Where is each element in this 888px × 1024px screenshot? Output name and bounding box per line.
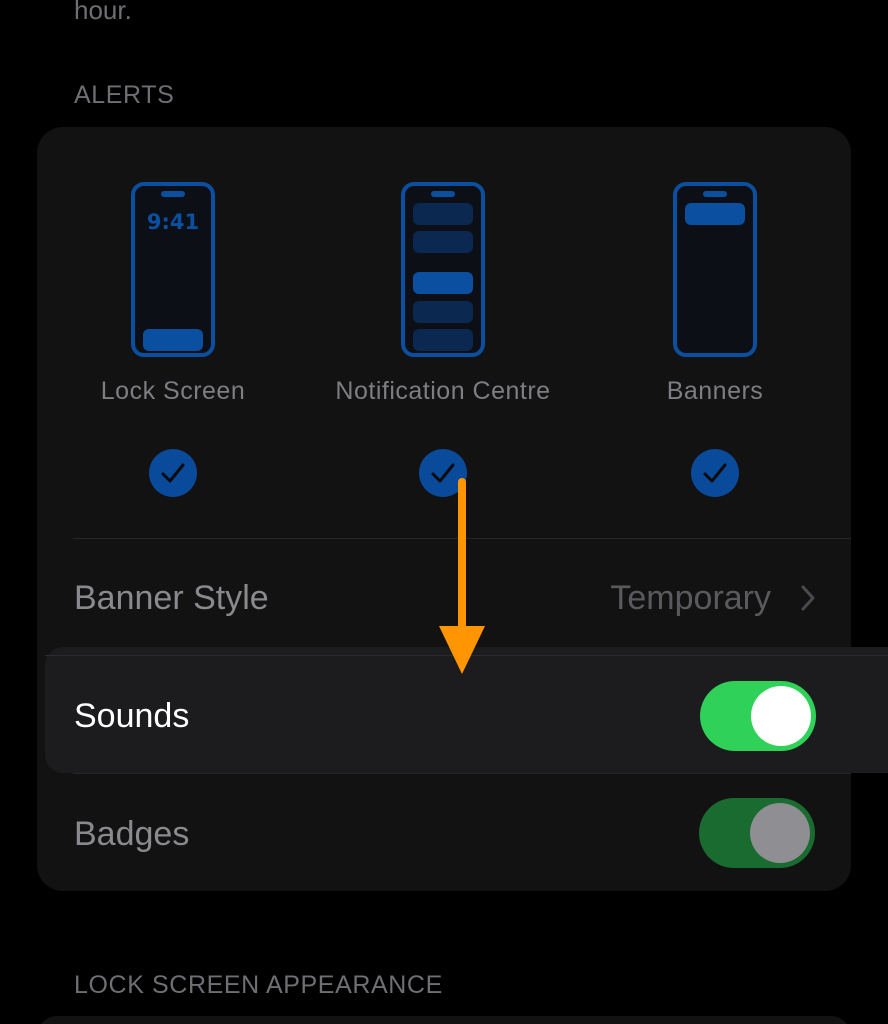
chevron-right-icon (801, 585, 815, 616)
badges-label: Badges (74, 815, 190, 853)
banners-label: Banners (666, 377, 764, 405)
sounds-label: Sounds (74, 697, 190, 735)
banner-style-value: Temporary (610, 579, 771, 617)
banners-checkmark-icon[interactable] (691, 449, 739, 497)
section-header-alerts: ALERTS (74, 81, 175, 109)
lock-screen-label: Lock Screen (100, 377, 246, 405)
arrow-down-annotation (439, 478, 485, 674)
notification-centre-phone-icon (401, 182, 485, 357)
previous-section-footer: hour. (74, 0, 132, 25)
sounds-toggle[interactable] (700, 681, 816, 751)
notification-centre-label: Notification Centre (335, 377, 551, 405)
badges-toggle[interactable] (699, 798, 815, 868)
banner-style-label: Banner Style (74, 579, 269, 617)
badges-row: Badges (37, 775, 851, 891)
alert-style-banners[interactable]: Banners (585, 127, 845, 517)
lock-screen-time: 9:41 (146, 210, 200, 234)
alert-style-lock-screen[interactable]: 9:41 Lock Screen (43, 127, 303, 517)
lock-screen-checkmark-icon[interactable] (149, 449, 197, 497)
divider (73, 773, 851, 774)
lock-screen-appearance-card (37, 1016, 851, 1024)
lock-screen-phone-icon: 9:41 (131, 182, 215, 357)
alert-style-notification-centre[interactable]: Notification Centre (313, 127, 573, 517)
banners-phone-icon (673, 182, 757, 357)
section-header-lock-screen-appearance: LOCK SCREEN APPEARANCE (74, 971, 443, 999)
